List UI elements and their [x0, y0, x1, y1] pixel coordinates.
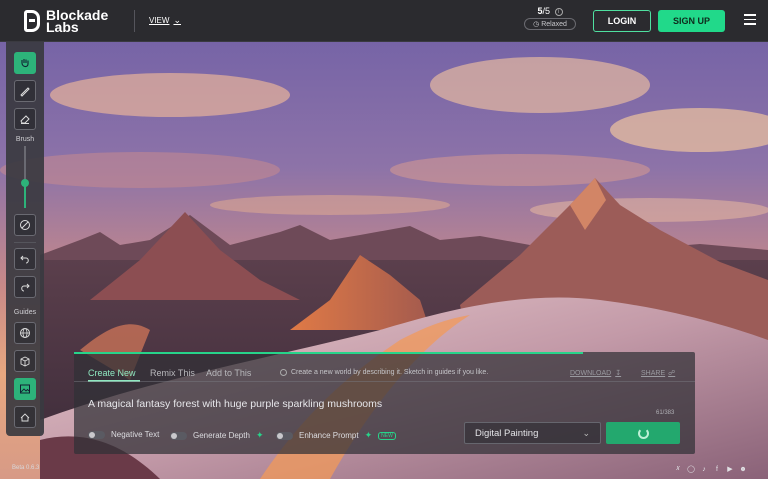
share-button[interactable]: SHARE ☍	[641, 369, 676, 378]
version-label: Beta 0.6.3	[12, 465, 40, 471]
signup-button[interactable]: SIGN UP	[658, 10, 725, 32]
info-icon: i	[554, 7, 563, 16]
style-value: Digital Painting	[475, 427, 539, 439]
hand-icon	[21, 59, 29, 68]
undo-icon	[20, 255, 29, 264]
brush-size-handle[interactable]	[21, 179, 29, 188]
guide-image-button[interactable]	[14, 378, 36, 400]
youtube-icon[interactable]: ▶	[726, 465, 734, 473]
redo-icon	[21, 283, 30, 292]
redo-button[interactable]	[14, 276, 36, 298]
guide-cube-button[interactable]	[14, 350, 36, 372]
tab-remix-this[interactable]: Remix This	[150, 368, 195, 378]
menu-icon[interactable]	[744, 14, 756, 25]
prompt-panel: Create New Remix This Add to This Create…	[74, 352, 695, 454]
clear-icon	[20, 220, 30, 230]
enhance-prompt-switch[interactable]	[276, 431, 293, 440]
new-badge: NEW	[378, 431, 396, 440]
generate-depth-label: Generate Depth	[193, 431, 250, 440]
social-links: 𝑥 ◯ ♪ f ▶ ☻	[674, 465, 747, 473]
download-label: DOWNLOAD	[570, 369, 612, 377]
credits-count: 5/5 i	[524, 6, 576, 16]
generate-button[interactable]	[606, 422, 680, 444]
eraser-icon	[20, 115, 30, 124]
undo-button[interactable]	[14, 248, 36, 270]
generate-depth-toggle[interactable]: Generate Depth ✦	[170, 430, 263, 441]
pencil-icon	[20, 87, 30, 97]
enhance-prompt-toggle[interactable]: Enhance Prompt ✦ NEW	[276, 430, 396, 441]
credits-total: /5	[542, 6, 550, 16]
download-icon: ↧	[615, 370, 622, 377]
negative-text-label: Negative Text	[111, 430, 160, 439]
chevron-down-icon: ⌄	[582, 427, 590, 438]
view-menu-button[interactable]: VIEW ⌄	[149, 15, 181, 26]
login-button[interactable]: LOGIN	[593, 10, 651, 32]
negative-text-switch[interactable]	[88, 430, 105, 439]
tab-divider	[74, 381, 695, 382]
hint-info-icon	[280, 369, 287, 376]
tab-add-to-this[interactable]: Add to This	[206, 368, 251, 378]
clear-sketch-button[interactable]	[14, 214, 36, 236]
view-label: VIEW	[149, 16, 170, 25]
generate-depth-switch[interactable]	[170, 431, 187, 440]
sparkle-icon: ✦	[255, 430, 264, 440]
credits-indicator[interactable]: 5/5 i ◷ Relaxed	[524, 6, 576, 30]
logo-icon	[24, 9, 40, 32]
brush-label: Brush	[15, 136, 35, 143]
logo-text: Blockade Labs	[46, 8, 120, 34]
twitter-icon[interactable]: 𝑥	[674, 465, 682, 473]
globe-icon	[20, 328, 30, 338]
download-button[interactable]: DOWNLOAD ↧	[570, 369, 622, 378]
facebook-icon[interactable]: f	[713, 465, 721, 473]
hint-text: Create a new world by describing it. Ske…	[291, 369, 489, 376]
guides-label: Guides	[13, 309, 37, 316]
top-bar: Blockade Labs VIEW ⌄ 5/5 i ◷ Relaxed LOG…	[0, 0, 768, 42]
chevron-down-icon: ⌄	[173, 15, 181, 25]
prompt-hint: Create a new world by describing it. Ske…	[280, 369, 488, 376]
generation-progress-bar	[74, 352, 584, 354]
prompt-input[interactable]	[88, 396, 684, 412]
brush-tool-button[interactable]	[14, 80, 36, 102]
header-divider	[134, 9, 135, 32]
character-count: 61/383	[656, 410, 675, 416]
mode-label: Relaxed	[541, 21, 567, 28]
loading-spinner-icon	[637, 427, 649, 439]
guide-globe-button[interactable]	[14, 322, 36, 344]
instagram-icon[interactable]: ◯	[687, 465, 695, 473]
guide-panorama-button[interactable]	[14, 406, 36, 428]
brand-logo[interactable]: Blockade Labs	[24, 0, 120, 42]
sparkle-icon: ✦	[364, 430, 373, 440]
panorama-icon	[20, 413, 30, 422]
cube-icon	[20, 356, 30, 367]
hand-tool-button[interactable]	[14, 52, 36, 74]
tiktok-icon[interactable]: ♪	[700, 465, 708, 473]
discord-icon[interactable]: ☻	[739, 465, 747, 473]
share-icon: ☍	[668, 370, 676, 377]
share-label: SHARE	[641, 369, 666, 377]
image-icon	[20, 384, 30, 394]
style-dropdown[interactable]: Digital Painting ⌄	[464, 422, 601, 444]
tab-create-new[interactable]: Create New	[88, 368, 136, 378]
eraser-tool-button[interactable]	[14, 108, 36, 130]
mode-badge: ◷ Relaxed	[524, 18, 576, 30]
enhance-prompt-label: Enhance Prompt	[299, 431, 359, 440]
sketch-toolbar: Brush Guides	[6, 42, 44, 436]
negative-text-toggle[interactable]: Negative Text	[88, 430, 159, 439]
toolbar-divider	[14, 242, 36, 243]
clock-icon: ◷	[533, 21, 540, 28]
